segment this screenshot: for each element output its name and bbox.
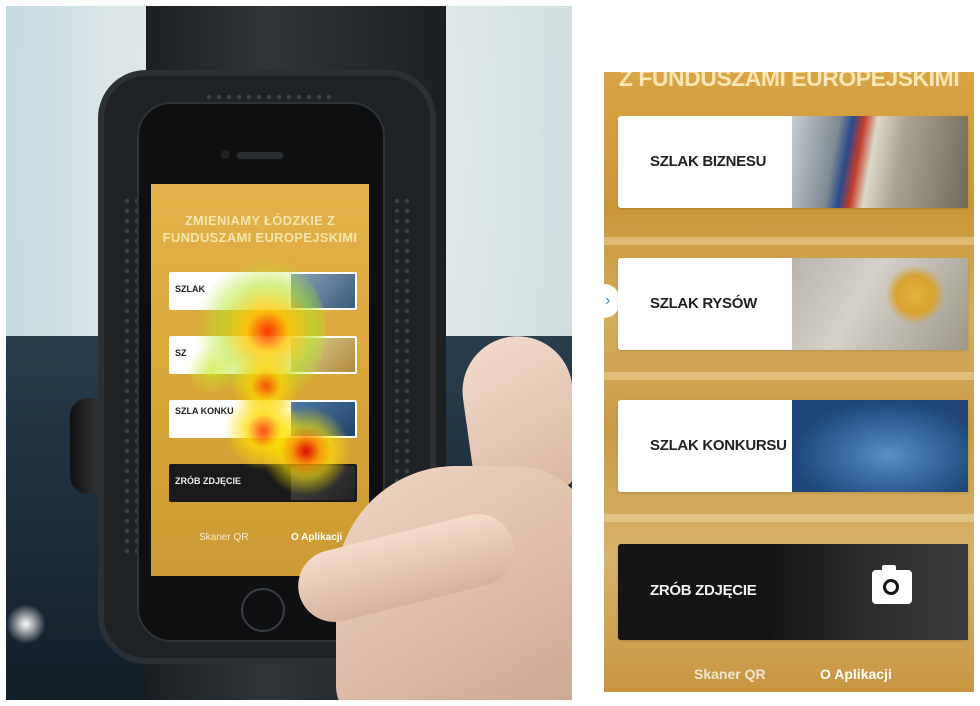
background-stripe	[604, 237, 974, 245]
app-header-title: Z FUNDUSZAMI EUROPEJSKIMI	[618, 72, 960, 91]
light-glare	[6, 604, 46, 644]
earpiece	[237, 152, 283, 159]
route-thumbnail	[792, 258, 968, 350]
route-card-contest[interactable]: SZLAK KONKURSU	[618, 400, 968, 492]
user-hand	[290, 329, 572, 700]
camera-icon-top	[882, 565, 896, 571]
route-label: SZLAK KONKURSU	[650, 437, 787, 454]
camera-photo-background	[768, 544, 968, 640]
take-photo-button[interactable]: ZRÓB ZDJĘCIE	[618, 544, 968, 640]
front-camera	[221, 150, 230, 159]
route-thumbnail	[792, 400, 968, 492]
camera-icon-lens	[883, 579, 899, 595]
take-photo-label: ZRÓB ZDJĘCIE	[650, 582, 757, 599]
route-thumbnail	[792, 116, 968, 208]
heatmap-blob	[186, 346, 236, 396]
route-label: SZLAK BIZNESU	[650, 153, 767, 170]
qr-scanner-link[interactable]: Skaner QR	[694, 666, 766, 682]
phone-footer-qr: Skaner QR	[199, 532, 249, 543]
home-button	[241, 588, 285, 632]
eye-tracking-photo: ZMIENIAMY ŁÓDZKIE Z FUNDUSZAMI EUROPEJSK…	[6, 6, 572, 700]
about-app-link[interactable]: O Aplikacji	[820, 666, 892, 682]
route-card-business[interactable]: SZLAK BIZNESU	[618, 116, 968, 208]
phone-photo-label: ZRÓB ZDJĘCIE	[175, 476, 242, 486]
phone-route-label: SZ	[175, 348, 187, 358]
app-footer: Skaner QR O Aplikacji	[604, 658, 974, 692]
background-stripe	[604, 514, 974, 522]
background-stripe	[604, 372, 974, 380]
phone-route-label: SZLAK	[175, 284, 205, 294]
camera-icon	[872, 565, 912, 604]
route-card-drawings[interactable]: SZLAK RYSÓW	[618, 258, 968, 350]
phone-screen-title: ZMIENIAMY ŁÓDZKIE Z FUNDUSZAMI EUROPEJSK…	[162, 213, 358, 245]
route-label: SZLAK RYSÓW	[650, 295, 757, 312]
app-screen: Z FUNDUSZAMI EUROPEJSKIMI › SZLAK BIZNES…	[604, 72, 974, 692]
